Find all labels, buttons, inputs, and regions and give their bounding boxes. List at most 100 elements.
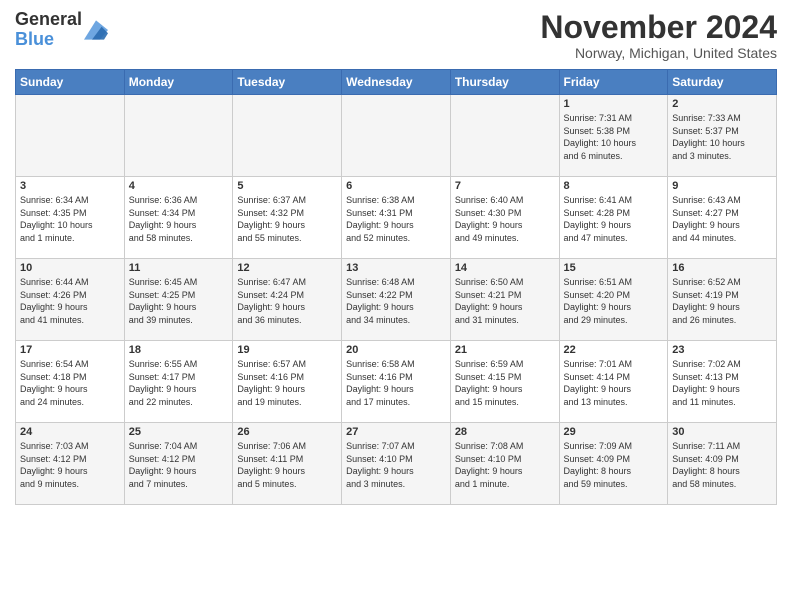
day-number: 28 (455, 426, 555, 438)
calendar-cell: 11Sunrise: 6:45 AM Sunset: 4:25 PM Dayli… (124, 259, 233, 341)
day-number: 24 (20, 426, 120, 438)
day-info: Sunrise: 6:59 AM Sunset: 4:15 PM Dayligh… (455, 358, 555, 408)
calendar-cell: 4 Sunrise: 6:36 AM Sunset: 4:34 PM Daylig… (124, 177, 233, 259)
day-info: Sunrise: 6:57 AM Sunset: 4:16 PM Dayligh… (237, 358, 337, 408)
day-number: 20 (346, 344, 446, 356)
title-block: November 2024 Norway, Michigan, United S… (540, 10, 777, 61)
day-info: Sunrise: 6:43 AM Sunset: 4:27 PM Dayligh… (672, 194, 772, 244)
calendar-cell (342, 95, 451, 177)
day-header-sunday: Sunday (16, 70, 125, 95)
day-number: 1 (564, 98, 664, 110)
calendar-cell: 7 Sunrise: 6:40 AM Sunset: 4:30 PM Daylig… (450, 177, 559, 259)
day-info: Sunrise: 6:50 AM Sunset: 4:21 PM Dayligh… (455, 276, 555, 326)
day-number: 21 (455, 344, 555, 356)
day-info: Sunrise: 6:48 AM Sunset: 4:22 PM Dayligh… (346, 276, 446, 326)
day-number: 3 (20, 180, 120, 192)
day-info: Sunrise: 6:55 AM Sunset: 4:17 PM Dayligh… (129, 358, 229, 408)
day-header-tuesday: Tuesday (233, 70, 342, 95)
calendar-cell: 30 Sunrise: 7:11 AM Sunset: 4:09 PM Dayli… (668, 423, 777, 505)
calendar-cell: 14 Sunrise: 6:50 AM Sunset: 4:21 PM Dayli… (450, 259, 559, 341)
day-number: 17 (20, 344, 120, 356)
day-number: 13 (346, 262, 446, 274)
day-info: Sunrise: 7:02 AM Sunset: 4:13 PM Dayligh… (672, 358, 772, 408)
calendar-cell (233, 95, 342, 177)
week-row-2: 10 Sunrise: 6:44 AM Sunset: 4:26 PM Dayli… (16, 259, 777, 341)
day-number: 14 (455, 262, 555, 274)
calendar-cell: 5 Sunrise: 6:37 AM Sunset: 4:32 PM Daylig… (233, 177, 342, 259)
calendar-cell: 21 Sunrise: 6:59 AM Sunset: 4:15 PM Dayli… (450, 341, 559, 423)
location: Norway, Michigan, United States (540, 45, 777, 61)
day-number: 2 (672, 98, 772, 110)
day-info: Sunrise: 7:06 AM Sunset: 4:11 PM Dayligh… (237, 440, 337, 490)
day-number: 23 (672, 344, 772, 356)
day-info: Sunrise: 7:04 AM Sunset: 4:12 PM Dayligh… (129, 440, 229, 490)
day-info: Sunrise: 6:51 AM Sunset: 4:20 PM Dayligh… (564, 276, 664, 326)
calendar-cell (450, 95, 559, 177)
calendar-cell: 28 Sunrise: 7:08 AM Sunset: 4:10 PM Dayli… (450, 423, 559, 505)
day-info: Sunrise: 6:36 AM Sunset: 4:34 PM Dayligh… (129, 194, 229, 244)
day-info: Sunrise: 7:11 AM Sunset: 4:09 PM Dayligh… (672, 440, 772, 490)
logo-icon (84, 20, 108, 40)
day-number: 9 (672, 180, 772, 192)
header-row: SundayMondayTuesdayWednesdayThursdayFrid… (16, 70, 777, 95)
day-info: Sunrise: 6:52 AM Sunset: 4:19 PM Dayligh… (672, 276, 772, 326)
day-number: 12 (237, 262, 337, 274)
calendar-cell: 26 Sunrise: 7:06 AM Sunset: 4:11 PM Dayli… (233, 423, 342, 505)
calendar-cell: 10 Sunrise: 6:44 AM Sunset: 4:26 PM Dayli… (16, 259, 125, 341)
day-info: Sunrise: 7:07 AM Sunset: 4:10 PM Dayligh… (346, 440, 446, 490)
day-number: 27 (346, 426, 446, 438)
day-info: Sunrise: 6:37 AM Sunset: 4:32 PM Dayligh… (237, 194, 337, 244)
calendar-cell: 29Sunrise: 7:09 AM Sunset: 4:09 PM Dayli… (559, 423, 668, 505)
calendar-table: SundayMondayTuesdayWednesdayThursdayFrid… (15, 69, 777, 505)
day-info: Sunrise: 7:09 AM Sunset: 4:09 PM Dayligh… (564, 440, 664, 490)
calendar-cell: 3 Sunrise: 6:34 AM Sunset: 4:35 PM Daylig… (16, 177, 125, 259)
calendar-cell (16, 95, 125, 177)
day-info: Sunrise: 6:40 AM Sunset: 4:30 PM Dayligh… (455, 194, 555, 244)
day-info: Sunrise: 6:47 AM Sunset: 4:24 PM Dayligh… (237, 276, 337, 326)
day-header-friday: Friday (559, 70, 668, 95)
logo: General Blue (15, 10, 108, 50)
calendar-cell: 13 Sunrise: 6:48 AM Sunset: 4:22 PM Dayli… (342, 259, 451, 341)
day-number: 26 (237, 426, 337, 438)
day-number: 6 (346, 180, 446, 192)
calendar-cell: 6 Sunrise: 6:38 AM Sunset: 4:31 PM Daylig… (342, 177, 451, 259)
day-info: Sunrise: 6:45 AM Sunset: 4:25 PM Dayligh… (129, 276, 229, 326)
day-number: 10 (20, 262, 120, 274)
day-info: Sunrise: 7:01 AM Sunset: 4:14 PM Dayligh… (564, 358, 664, 408)
day-info: Sunrise: 6:38 AM Sunset: 4:31 PM Dayligh… (346, 194, 446, 244)
day-header-wednesday: Wednesday (342, 70, 451, 95)
day-number: 4 (129, 180, 229, 192)
calendar-cell: 2 Sunrise: 7:33 AM Sunset: 5:37 PM Daylig… (668, 95, 777, 177)
day-info: Sunrise: 6:54 AM Sunset: 4:18 PM Dayligh… (20, 358, 120, 408)
day-info: Sunrise: 6:58 AM Sunset: 4:16 PM Dayligh… (346, 358, 446, 408)
week-row-4: 24Sunrise: 7:03 AM Sunset: 4:12 PM Dayli… (16, 423, 777, 505)
day-info: Sunrise: 6:44 AM Sunset: 4:26 PM Dayligh… (20, 276, 120, 326)
calendar-cell: 27 Sunrise: 7:07 AM Sunset: 4:10 PM Dayli… (342, 423, 451, 505)
calendar-cell: 1 Sunrise: 7:31 AM Sunset: 5:38 PM Daylig… (559, 95, 668, 177)
logo-line1: General (15, 10, 82, 30)
calendar-cell: 18 Sunrise: 6:55 AM Sunset: 4:17 PM Dayli… (124, 341, 233, 423)
day-info: Sunrise: 7:33 AM Sunset: 5:37 PM Dayligh… (672, 112, 772, 162)
day-number: 7 (455, 180, 555, 192)
logo-text: General Blue (15, 10, 82, 50)
calendar-cell: 9 Sunrise: 6:43 AM Sunset: 4:27 PM Daylig… (668, 177, 777, 259)
day-info: Sunrise: 7:31 AM Sunset: 5:38 PM Dayligh… (564, 112, 664, 162)
day-number: 19 (237, 344, 337, 356)
day-number: 30 (672, 426, 772, 438)
calendar-cell: 8Sunrise: 6:41 AM Sunset: 4:28 PM Daylig… (559, 177, 668, 259)
day-number: 18 (129, 344, 229, 356)
day-header-monday: Monday (124, 70, 233, 95)
week-row-3: 17 Sunrise: 6:54 AM Sunset: 4:18 PM Dayli… (16, 341, 777, 423)
day-number: 5 (237, 180, 337, 192)
day-info: Sunrise: 7:08 AM Sunset: 4:10 PM Dayligh… (455, 440, 555, 490)
calendar-cell (124, 95, 233, 177)
day-header-thursday: Thursday (450, 70, 559, 95)
day-info: Sunrise: 6:34 AM Sunset: 4:35 PM Dayligh… (20, 194, 120, 244)
calendar-cell: 23 Sunrise: 7:02 AM Sunset: 4:13 PM Dayli… (668, 341, 777, 423)
calendar-cell: 20 Sunrise: 6:58 AM Sunset: 4:16 PM Dayli… (342, 341, 451, 423)
day-header-saturday: Saturday (668, 70, 777, 95)
calendar-cell: 25Sunrise: 7:04 AM Sunset: 4:12 PM Dayli… (124, 423, 233, 505)
week-row-1: 3 Sunrise: 6:34 AM Sunset: 4:35 PM Daylig… (16, 177, 777, 259)
calendar-cell: 16Sunrise: 6:52 AM Sunset: 4:19 PM Dayli… (668, 259, 777, 341)
day-info: Sunrise: 6:41 AM Sunset: 4:28 PM Dayligh… (564, 194, 664, 244)
